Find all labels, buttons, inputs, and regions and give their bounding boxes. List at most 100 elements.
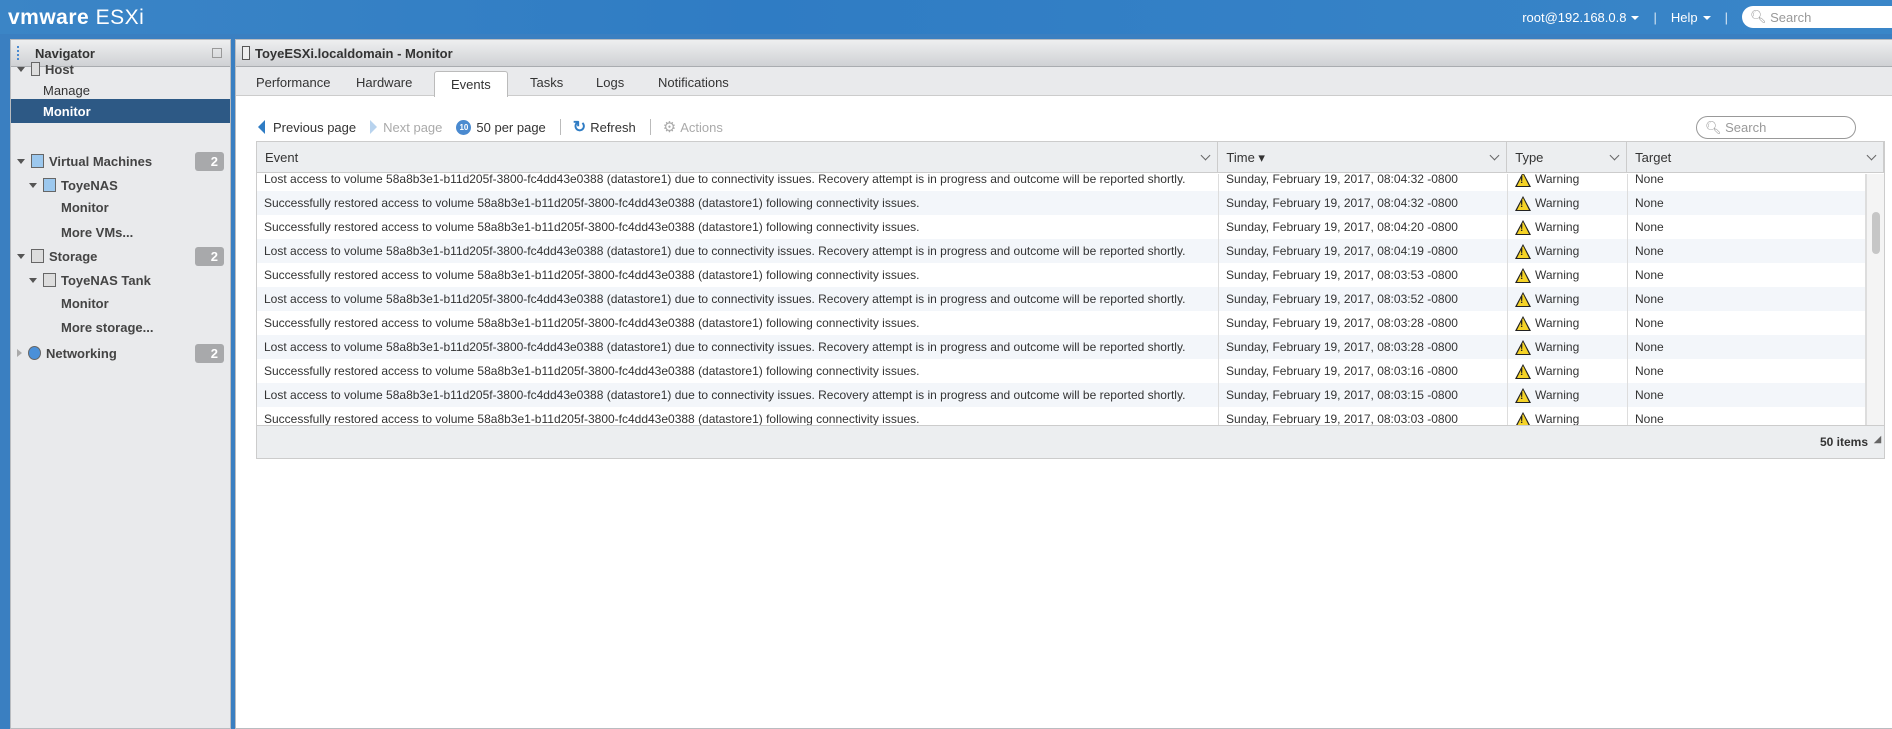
scrollbar[interactable] — [1866, 174, 1884, 427]
tab-notifications[interactable]: Notifications — [642, 70, 745, 96]
cell-target: None — [1628, 287, 1866, 311]
count-badge: 2 — [195, 247, 224, 266]
chevron-down-icon[interactable] — [1489, 150, 1500, 161]
nav-item-more-vms[interactable]: More VMs... — [11, 220, 230, 244]
cell-event: Successfully restored access to volume 5… — [257, 311, 1219, 335]
nav-item-virtual-machines[interactable]: Virtual Machines 2 — [11, 149, 230, 173]
table-row[interactable]: Successfully restored access to volume 5… — [257, 191, 1867, 215]
tab-logs[interactable]: Logs — [580, 70, 640, 96]
nav-item-monitor[interactable]: Monitor — [11, 291, 230, 315]
expand-arrow-icon[interactable] — [29, 277, 37, 283]
cell-type: Warning — [1508, 263, 1628, 287]
previous-page-button[interactable]: Previous page — [258, 120, 356, 135]
cell-type: Warning — [1508, 311, 1628, 335]
count-badge: 2 — [195, 152, 224, 171]
table-row[interactable]: Lost access to volume 58a8b3e1-b11d205f-… — [257, 335, 1867, 359]
panel-title: ToyeESXi.localdomain - Monitor — [255, 45, 453, 61]
nav-item-more-storage[interactable]: More storage... — [11, 315, 230, 339]
warning-icon — [1515, 315, 1531, 331]
page-size-icon: 10 — [456, 119, 472, 135]
cell-time: Sunday, February 19, 2017, 08:03:15 -080… — [1219, 383, 1508, 407]
tab-tasks[interactable]: Tasks — [514, 70, 579, 96]
search-icon: 🔍︎ — [1750, 9, 1771, 24]
warning-icon — [1515, 267, 1531, 283]
column-label: Time ▾ — [1226, 149, 1265, 165]
next-page-button[interactable]: Next page — [370, 120, 442, 135]
collapsed-arrow-icon[interactable] — [17, 349, 22, 357]
column-label: Event — [265, 150, 299, 165]
nav-item-label: ToyeNAS Tank — [61, 272, 151, 288]
nav-item-label: Storage — [49, 248, 98, 264]
cell-target: None — [1628, 383, 1866, 407]
global-search-input[interactable]: 🔍︎ Search — [1742, 6, 1892, 28]
chevron-down-icon[interactable] — [1866, 150, 1877, 161]
expand-arrow-icon[interactable] — [29, 182, 37, 188]
refresh-icon: ↻ — [572, 119, 587, 136]
nav-item-toyenas-tank[interactable]: ToyeNAS Tank — [11, 268, 230, 292]
column-label: Target — [1635, 150, 1672, 165]
table-row[interactable]: Successfully restored access to volume 5… — [257, 263, 1867, 287]
nav-item-label: Virtual Machines — [49, 153, 153, 169]
table-row[interactable]: Lost access to volume 58a8b3e1-b11d205f-… — [257, 174, 1867, 191]
cell-event: Lost access to volume 58a8b3e1-b11d205f-… — [257, 383, 1219, 407]
chevron-right-icon — [370, 120, 378, 134]
events-search-input[interactable]: 🔍︎ Search — [1696, 116, 1856, 139]
caret-down-icon — [1702, 16, 1711, 21]
resize-handle-icon[interactable]: ◢ — [1874, 423, 1881, 456]
nav-item-toyenas[interactable]: ToyeNAS — [11, 173, 230, 197]
expand-arrow-icon[interactable] — [17, 158, 25, 164]
cell-event: Lost access to volume 58a8b3e1-b11d205f-… — [257, 239, 1219, 263]
navigator-panel: Navigator Host Manage Monitor Virtual Machi… — [10, 39, 231, 729]
column-header-event[interactable]: Event — [257, 142, 1219, 173]
user-menu[interactable]: root@192.168.0.8 — [1522, 10, 1640, 25]
cell-target: None — [1628, 191, 1866, 215]
cell-type: Warning — [1508, 215, 1628, 239]
expand-arrow-icon[interactable] — [17, 66, 25, 72]
column-header-target[interactable]: Target — [1627, 142, 1884, 173]
nav-item-monitor[interactable]: Monitor — [11, 99, 230, 123]
cell-type: Warning — [1508, 239, 1628, 263]
table-row[interactable]: Successfully restored access to volume 5… — [257, 359, 1867, 383]
table-row[interactable]: Successfully restored access to volume 5… — [257, 311, 1867, 335]
nav-item-storage[interactable]: Storage 2 — [11, 244, 230, 268]
cell-time: Sunday, February 19, 2017, 08:04:32 -080… — [1219, 174, 1508, 191]
expand-arrow-icon[interactable] — [17, 253, 25, 259]
column-label: Type — [1515, 150, 1544, 165]
per-page-button[interactable]: 10 50 per page — [456, 119, 546, 135]
chevron-down-icon[interactable] — [1609, 150, 1620, 161]
cell-target: None — [1628, 239, 1866, 263]
table-row[interactable]: Lost access to volume 58a8b3e1-b11d205f-… — [257, 383, 1867, 407]
top-bar: vmware ESXi root@192.168.0.8 | Help | 🔍︎… — [0, 0, 1892, 34]
refresh-button[interactable]: ↻ Refresh — [573, 117, 636, 137]
chevron-left-icon — [258, 120, 265, 134]
vm-icon — [31, 154, 44, 168]
table-row[interactable]: Successfully restored access to volume 5… — [257, 215, 1867, 239]
nav-item-monitor[interactable]: Monitor — [11, 195, 230, 219]
actions-button[interactable]: ⚙ Actions — [663, 118, 723, 136]
table-row[interactable]: Lost access to volume 58a8b3e1-b11d205f-… — [257, 239, 1867, 263]
nav-item-networking[interactable]: Networking 2 — [11, 341, 230, 365]
column-header-time[interactable]: Time ▾ — [1218, 142, 1508, 173]
cell-event: Lost access to volume 58a8b3e1-b11d205f-… — [257, 174, 1219, 191]
nav-item-label: Manage — [43, 82, 90, 98]
cell-target: None — [1628, 174, 1866, 191]
nav-item-label: Monitor — [61, 199, 109, 215]
cell-type: Warning — [1508, 191, 1628, 215]
nav-item-label: Monitor — [61, 295, 109, 311]
table-row[interactable]: Lost access to volume 58a8b3e1-b11d205f-… — [257, 287, 1867, 311]
count-badge: 2 — [195, 344, 224, 363]
table-row[interactable]: Successfully restored access to volume 5… — [257, 407, 1867, 427]
cell-event: Lost access to volume 58a8b3e1-b11d205f-… — [257, 335, 1219, 359]
cell-target: None — [1628, 335, 1866, 359]
tab-events[interactable]: Events — [434, 71, 508, 97]
tab-performance[interactable]: Performance — [240, 70, 346, 96]
nav-item-label: More storage... — [61, 319, 154, 335]
column-header-type[interactable]: Type — [1507, 142, 1628, 173]
warning-icon — [1515, 243, 1531, 259]
tab-bar: Performance Hardware Events Tasks Logs Notifi… — [236, 67, 1892, 97]
tab-hardware[interactable]: Hardware — [340, 70, 428, 96]
warning-icon — [1515, 339, 1531, 355]
help-menu[interactable]: Help — [1671, 10, 1711, 25]
chevron-down-icon[interactable] — [1200, 150, 1211, 161]
network-icon — [28, 346, 41, 360]
